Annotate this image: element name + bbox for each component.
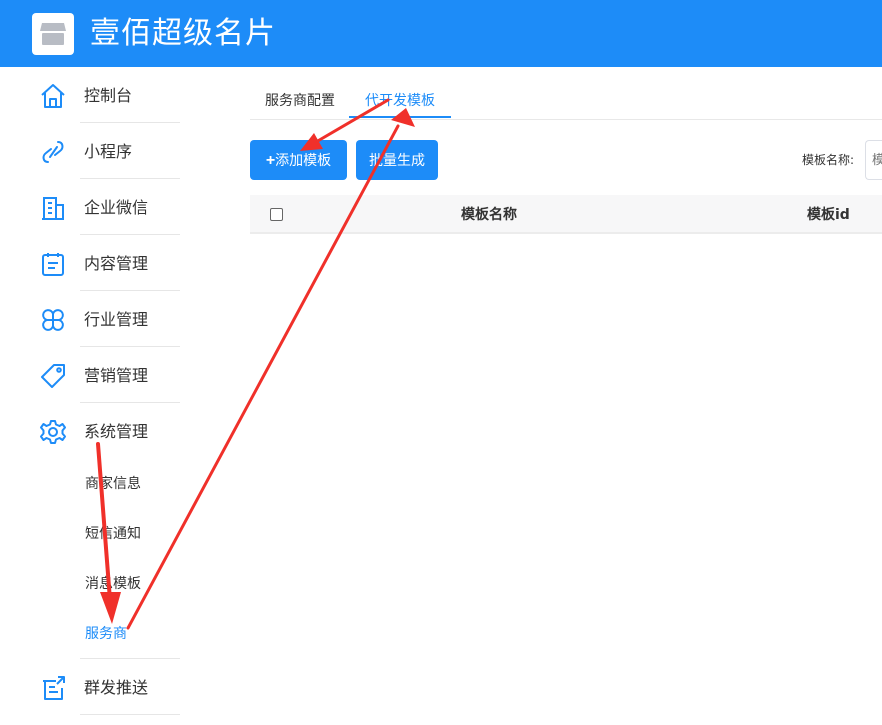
- tab-dev-template[interactable]: 代开发模板: [365, 91, 435, 111]
- sidebar-item-system[interactable]: 系统管理: [0, 403, 220, 459]
- sidebar-item-dashboard[interactable]: 控制台: [0, 67, 220, 123]
- clover-icon: [42, 309, 64, 331]
- sidebar-item-label: 群发推送: [84, 678, 149, 697]
- sidebar-item-label: 企业微信: [84, 198, 149, 217]
- column-header-template-name: 模板名称: [461, 207, 517, 223]
- divider: [80, 714, 180, 715]
- table-header: 模板名称 模板id: [250, 195, 882, 234]
- sidebar-item-miniprogram[interactable]: 小程序: [0, 123, 220, 179]
- sidebar-item-label: 系统管理: [84, 422, 149, 441]
- select-all-checkbox[interactable]: [270, 208, 283, 221]
- sidebar-item-label: 控制台: [84, 86, 133, 105]
- add-template-label: 添加模板: [275, 152, 332, 168]
- sidebar-item-label: 行业管理: [84, 310, 149, 329]
- sidebar-subitem-merchant-info[interactable]: 商家信息: [85, 474, 141, 494]
- link-icon: [42, 141, 64, 163]
- sidebar-item-content[interactable]: 内容管理: [0, 235, 220, 291]
- sidebar: 控制台 小程序 企业微信 内容管理 行业管理 营销管理 系统管理 商家信息 短信…: [0, 67, 220, 725]
- add-template-button[interactable]: +添加模板: [250, 140, 347, 180]
- sidebar-item-marketing[interactable]: 营销管理: [0, 347, 220, 403]
- template-name-search-input[interactable]: [865, 140, 882, 180]
- column-header-template-id: 模板id: [807, 207, 850, 223]
- tag-icon: [41, 364, 65, 388]
- search-label: 模板名称:: [802, 153, 855, 167]
- sidebar-subitem-service-provider[interactable]: 服务商: [85, 624, 127, 644]
- sidebar-item-industry[interactable]: 行业管理: [0, 291, 220, 347]
- active-tab-indicator: [349, 116, 451, 118]
- app-logo[interactable]: [32, 13, 74, 55]
- sidebar-subitem-sms[interactable]: 短信通知: [85, 524, 141, 544]
- sidebar-item-broadcast[interactable]: 群发推送: [0, 659, 220, 715]
- building-icon: [42, 197, 64, 220]
- sidebar-item-wecom[interactable]: 企业微信: [0, 179, 220, 235]
- app-title: 壹佰超级名片: [90, 16, 276, 51]
- sidebar-item-label: 内容管理: [84, 254, 149, 273]
- gear-icon: [40, 420, 66, 444]
- sidebar-item-label: 小程序: [84, 142, 133, 161]
- clipboard-icon: [42, 253, 64, 276]
- store-icon: [40, 23, 66, 45]
- sidebar-subitem-message-template[interactable]: 消息模板: [85, 574, 141, 594]
- batch-generate-button[interactable]: 批量生成: [356, 140, 438, 180]
- top-bar: 壹佰超级名片: [0, 0, 882, 67]
- main-panel: 服务商配置 代开发模板 +添加模板 批量生成 模板名称: 模板名称 模板id: [220, 67, 882, 725]
- tab-bar: 服务商配置 代开发模板: [250, 67, 882, 120]
- sidebar-item-label: 营销管理: [84, 366, 149, 385]
- broadcast-icon: [43, 676, 65, 700]
- home-icon: [41, 84, 65, 108]
- plus-icon: +: [265, 152, 276, 169]
- tab-service-provider-config[interactable]: 服务商配置: [265, 91, 335, 111]
